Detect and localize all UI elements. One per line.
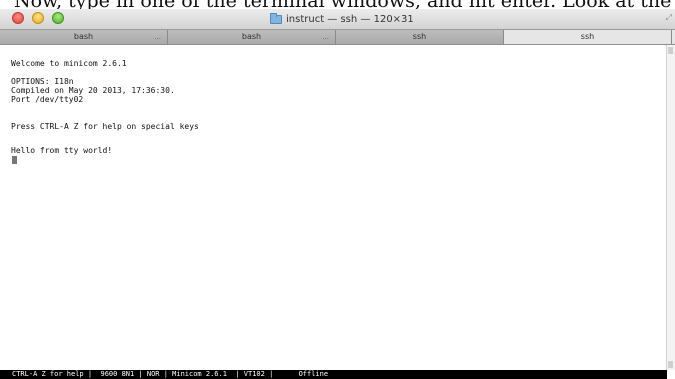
terminal-line: Port /dev/tty02 (11, 95, 84, 104)
tab-more-indicator: ... (322, 33, 329, 41)
terminal-line: Compiled on May 20 2013, 17:36:30. (11, 86, 175, 95)
tab-label: bash (241, 32, 262, 41)
fullscreen-icon[interactable]: ⤢ (666, 13, 672, 23)
terminal-line: Hello from tty world! (11, 146, 113, 155)
close-button[interactable] (12, 12, 24, 24)
tab-label: ssh (412, 32, 427, 41)
terminal-output[interactable]: Welcome to minicom 2.6.1 OPTIONS: I18n C… (0, 45, 667, 370)
window-title-bar[interactable]: instruct — ssh — 120×31 ⤢ (0, 9, 675, 30)
tab-more-indicator: ... (154, 33, 161, 41)
terminal-line: OPTIONS: I18n (11, 77, 74, 86)
tab-bar: bash ... bash ... ssh ssh (0, 30, 675, 45)
scrollbar-top-cap (668, 47, 673, 54)
tab-ssh-1[interactable]: ssh (336, 30, 504, 44)
tab-bash-2[interactable]: bash ... (168, 30, 336, 44)
tab-label: bash (73, 32, 94, 41)
terminal-line: Press CTRL-A Z for help on special keys (11, 122, 199, 131)
window-title: instruct — ssh — 120×31 (270, 11, 414, 27)
minicom-status-bar: CTRL-A Z for help | 9600 8N1 | NOR | Min… (0, 370, 667, 379)
status-bar-text: CTRL-A Z for help | 9600 8N1 | NOR | Min… (12, 370, 329, 378)
vertical-scrollbar[interactable] (666, 45, 675, 370)
scrollbar-bottom-cap (668, 361, 673, 368)
tab-label: ssh (580, 32, 595, 41)
tab-ssh-2[interactable]: ssh (504, 30, 672, 44)
tab-bash-1[interactable]: bash ... (0, 30, 168, 44)
zoom-button[interactable] (52, 12, 64, 24)
folder-icon (270, 12, 282, 24)
terminal-cursor (12, 156, 17, 164)
minimize-button[interactable] (32, 12, 44, 24)
terminal-line: Welcome to minicom 2.6.1 (11, 59, 127, 68)
window-title-text: instruct — ssh — 120×31 (286, 13, 414, 25)
